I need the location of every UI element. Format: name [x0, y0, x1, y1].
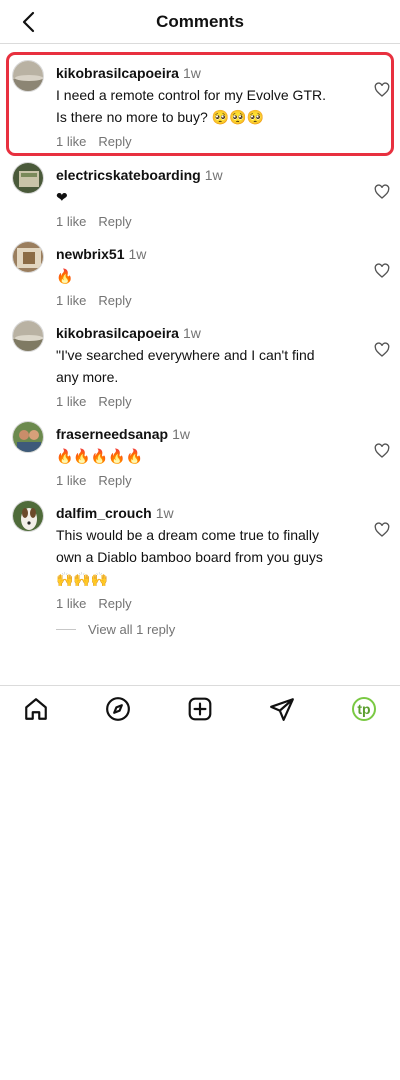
explore-icon[interactable]: [105, 696, 131, 722]
comment-time: 1w: [204, 167, 223, 183]
comment-time: 1w: [128, 246, 147, 262]
comment-username[interactable]: electricskateboarding: [56, 167, 201, 183]
comment-username[interactable]: kikobrasilcapoeira: [56, 65, 179, 81]
comment-time: 1w: [155, 505, 174, 521]
comment-username[interactable]: newbrix51: [56, 246, 124, 262]
avatar[interactable]: [12, 241, 44, 273]
avatar[interactable]: [12, 320, 44, 352]
comment-text: 🔥🔥🔥🔥🔥: [56, 448, 144, 464]
home-icon[interactable]: [23, 696, 49, 722]
view-replies-button[interactable]: View all 1 reply: [56, 622, 175, 637]
direct-message-icon[interactable]: [269, 696, 295, 722]
heart-icon[interactable]: [374, 82, 390, 98]
view-replies-label: View all 1 reply: [88, 622, 176, 637]
avatar[interactable]: [12, 162, 44, 194]
comment-text: 🔥: [56, 268, 74, 284]
reply-button[interactable]: Reply: [98, 214, 131, 229]
heart-icon[interactable]: [374, 443, 390, 459]
comment-like-count[interactable]: 1 like: [56, 293, 86, 308]
header-bar: Comments: [0, 0, 400, 44]
comment-username[interactable]: kikobrasilcapoeira: [56, 325, 179, 341]
reply-button[interactable]: Reply: [98, 134, 131, 149]
comment-like-count[interactable]: 1 like: [56, 214, 86, 229]
reply-button[interactable]: Reply: [98, 473, 131, 488]
bottom-navigation: tp: [0, 685, 400, 731]
comment-like-count[interactable]: 1 like: [56, 473, 86, 488]
heart-icon[interactable]: [374, 342, 390, 358]
comment-like-count[interactable]: 1 like: [56, 596, 86, 611]
comment-like-count[interactable]: 1 like: [56, 134, 86, 149]
create-post-icon[interactable]: [187, 696, 213, 722]
heart-icon[interactable]: [374, 184, 390, 200]
comment-like-count[interactable]: 1 like: [56, 394, 86, 409]
comment-text: ❤: [56, 189, 68, 205]
reply-button[interactable]: Reply: [98, 293, 131, 308]
avatar[interactable]: [12, 421, 44, 453]
heart-icon[interactable]: [374, 263, 390, 279]
comment-username[interactable]: dalfim_crouch: [56, 505, 152, 521]
avatar[interactable]: [12, 500, 44, 532]
comment-time: 1w: [182, 65, 201, 81]
comment-text: "I've searched everywhere and I can't fi…: [56, 347, 315, 385]
comment-text: I need a remote control for my Evolve GT…: [56, 87, 326, 125]
comment-time: 1w: [172, 426, 190, 442]
profile-initials: tp: [357, 701, 371, 717]
divider-line: [56, 629, 76, 630]
comment-time: 1w: [182, 325, 201, 341]
reply-button[interactable]: Reply: [98, 596, 131, 611]
page-title: Comments: [156, 12, 244, 31]
profile-avatar-icon[interactable]: tp: [351, 696, 377, 722]
avatar[interactable]: [12, 60, 44, 92]
comment-username[interactable]: fraserneedsanap: [56, 426, 168, 442]
heart-icon[interactable]: [374, 522, 390, 538]
comment-text: This would be a dream come true to final…: [56, 527, 323, 587]
reply-button[interactable]: Reply: [98, 394, 131, 409]
